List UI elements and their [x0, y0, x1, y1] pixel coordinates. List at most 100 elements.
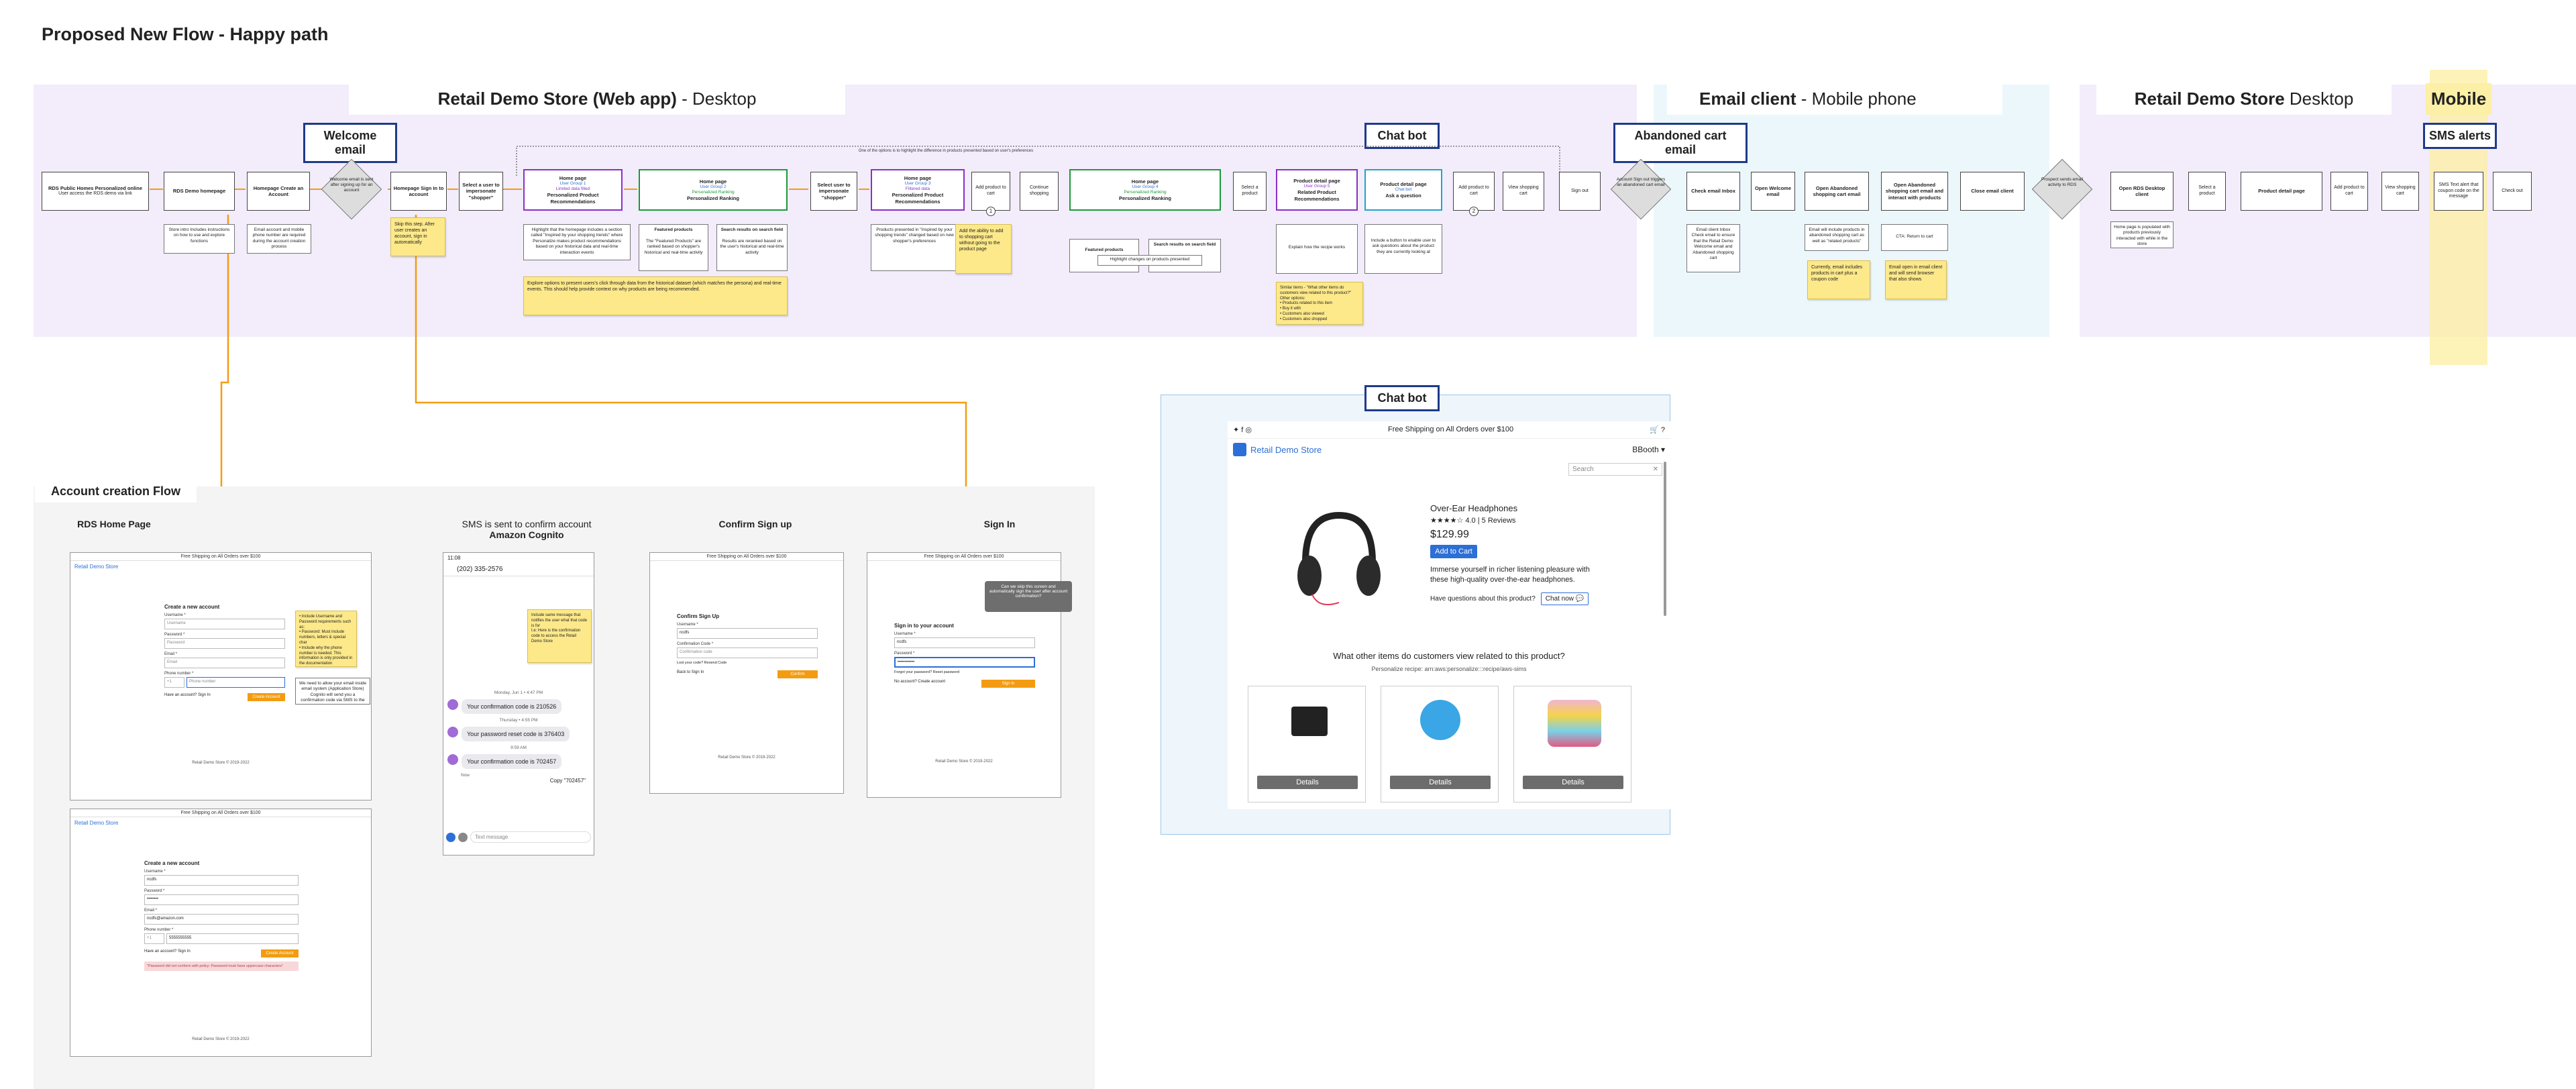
rating-stars: ★★★★☆: [1430, 517, 1464, 525]
flow-box-select-product: Select a product: [1233, 172, 1267, 211]
sms-message-1: Your confirmation code is 210526: [462, 699, 562, 714]
sticky-skip-step: Skip this step. After user creates an ac…: [390, 217, 445, 256]
note-cognito: We need to allow your email inside email…: [295, 678, 370, 705]
decision-welcome-email: Welcome email is sent after signing up f…: [321, 158, 382, 220]
flow-box-home-group4: Home page User Group 4 Personalized Rankin…: [1069, 169, 1221, 211]
note-featured-products: Featured products The "Featured Products"…: [639, 224, 708, 271]
error-banner: "Password did not conform with policy: P…: [144, 962, 299, 971]
sticky-sms-message: Include same message that notifies the u…: [527, 609, 592, 663]
details-button-3[interactable]: Details: [1523, 776, 1623, 789]
screen-sms-phone: 11:08 (202) 335-2576 Monday, Jun 1 • 4:4…: [443, 552, 594, 855]
sticky-explore-options: Explore options to present users's click…: [523, 276, 788, 315]
note-store-intro: Store intro Includes instructions on how…: [164, 224, 235, 254]
sms-message-2: Your password reset code is 376403: [462, 727, 570, 741]
sticky-add-to-cart: Add the ability to add to shopping cart …: [955, 224, 1012, 274]
note-chat-button: Include a button to enable user to ask q…: [1364, 224, 1442, 274]
create-account-button[interactable]: Create Account: [248, 693, 285, 701]
note-highlight-changes: Highlight changes on products presented: [1097, 255, 1202, 266]
username-field[interactable]: Username: [164, 619, 285, 629]
flow-box-interact-products: Open Abandoned shopping cart email and i…: [1881, 172, 1948, 211]
phone-field[interactable]: Phone number: [186, 677, 285, 688]
decision-abandoned-cart: Account Sign out triggers an abandoned c…: [1610, 158, 1672, 220]
note-populated-home: Home page is populated with products pre…: [2110, 221, 2174, 248]
flow-top-caption: One of the options is to highlight the d…: [858, 149, 1034, 153]
flow-box-product-detail-chat: Product detail page Chat bot Ask a questio…: [1364, 169, 1442, 211]
social-icons: ✦ f ◎: [1233, 426, 1252, 434]
flow-box-sign-out: Sign out: [1559, 172, 1601, 211]
note-email-products: Email will include products in abandoned…: [1805, 224, 1869, 251]
flow-box-open-desktop: Open RDS Desktop client: [2110, 172, 2174, 211]
fitness-bands-image: [1548, 700, 1601, 747]
add-to-cart-button[interactable]: Add to Cart: [1430, 545, 1477, 558]
flow-box-view-cart-2: View shopping cart: [2381, 172, 2419, 211]
confirmation-code-field[interactable]: Confirmation code: [677, 647, 818, 658]
note-inspired-products: Products presented in "Inspired by your …: [871, 224, 958, 271]
store-logo-icon[interactable]: [1233, 443, 1246, 456]
flow-box-check-inbox: Check email Inbox: [1686, 172, 1740, 211]
confirm-button[interactable]: Confirm: [777, 670, 818, 678]
flow-box-create-account: Homepage Create an Account: [247, 172, 310, 211]
note-email-inbox: Email client Inbox Check email to ensure…: [1686, 224, 1740, 272]
flow-box-add-to-cart-2: Add product to cart: [1453, 172, 1495, 211]
sticky-password-requirements: • Include Username and Password requirem…: [295, 611, 357, 667]
screen-home-create-account: Free Shipping on All Orders over $100 Re…: [70, 552, 372, 800]
sms-message-3: Your confirmation code is 702457: [462, 754, 562, 769]
note-email-phone: Email account and mobile phone number ar…: [247, 224, 311, 254]
chat-icon: 💬: [1575, 594, 1585, 603]
note-recipe: Explain how the recipe works: [1276, 224, 1358, 274]
cart-icon[interactable]: 🛒: [1650, 426, 1659, 434]
details-button-1[interactable]: Details: [1257, 776, 1358, 789]
chat-now-button[interactable]: Chat now 💬: [1540, 592, 1589, 605]
screen-title-sms: SMS is sent to confirm account Amazon Cog…: [462, 519, 592, 540]
screen-confirm-signup: Free Shipping on All Orders over $100 Co…: [649, 552, 844, 794]
flow-box-select-user: Select a user to impersonate "shopper": [459, 172, 503, 211]
note-search-results: Search results on search field Results ar…: [716, 224, 788, 271]
flow-box-public-home: RDS Public Homes Personalized online User…: [42, 172, 149, 211]
flow-box-product-detail-2: Product detail page: [2241, 172, 2322, 211]
flow-box-home-group3: Home page User Group 3 Filtered data Person…: [871, 169, 965, 211]
help-icon[interactable]: ?: [1661, 426, 1665, 434]
flow-box-select-product-2: Select a product: [2188, 172, 2226, 211]
screen-title-home: RDS Home Page: [77, 519, 151, 529]
tag-chat-bot-panel: Chat bot: [1364, 385, 1440, 411]
flow-box-product-detail-1: Product detail page User Group 5 Related P…: [1276, 169, 1358, 211]
sticky-similar-items: Similar items - "What other items do cus…: [1276, 282, 1363, 325]
screen-product-detail: ✦ f ◎ Free Shipping on All Orders over $…: [1228, 421, 1670, 809]
note-highlight-homepage: Highlight that the homepage includes a s…: [523, 224, 631, 260]
user-menu[interactable]: BBooth ▾: [1632, 445, 1665, 454]
bluetooth-speaker-image: [1420, 700, 1460, 740]
sign-in-button[interactable]: Sign In: [981, 680, 1035, 688]
flow-box-sign-in: Homepage Sign In to account: [390, 172, 447, 211]
clear-search-icon[interactable]: ✕: [1653, 466, 1658, 473]
password-field[interactable]: Password: [164, 638, 285, 649]
flow-box-sms-alert: SMS Text alert that coupon code on the m…: [2434, 172, 2483, 211]
email-field[interactable]: Email: [164, 658, 285, 668]
tooltip-skip-screen: Can we skip this screen and automaticall…: [985, 581, 1072, 612]
flow-box-close-email: Close email client: [1960, 172, 2025, 211]
flow-box-continue-shopping: Continue shopping: [1020, 172, 1059, 211]
flow-box-open-welcome: Open Welcome email: [1751, 172, 1795, 211]
screen-title-signin: Sign In: [983, 519, 1016, 529]
flow-box-view-cart: View shopping cart: [1503, 172, 1544, 211]
step-circle-2: 2: [1469, 207, 1479, 216]
account-flow-title: Account creation Flow: [35, 480, 197, 503]
flow-box-home-group1: Home page User Group 1 Limited data filled…: [523, 169, 623, 211]
decision-email-activity: Prospect sends email activity to RDS: [2031, 158, 2093, 220]
sticky-coupon: Currently, email includes products in ca…: [1807, 260, 1870, 299]
details-button-2[interactable]: Details: [1390, 776, 1491, 789]
screen-title-confirm: Confirm Sign up: [718, 519, 792, 529]
page-scrollbar[interactable]: [1664, 462, 1666, 616]
flow-box-select-user-2: Select user to impersonate "shopper": [810, 172, 857, 211]
flow-box-check-out: Check out: [2493, 172, 2532, 211]
note-cta-return: CTA: Return to cart: [1881, 224, 1948, 251]
text-message-input[interactable]: Text message: [470, 831, 591, 843]
screen-home-filled: Free Shipping on All Orders over $100 Re…: [70, 809, 372, 1057]
flow-box-add-to-cart-3: Add product to cart: [2330, 172, 2368, 211]
headphones-image: [1297, 511, 1381, 605]
sticky-email-browser: Email open in email client and will send…: [1885, 260, 1947, 299]
step-circle-1: 1: [986, 207, 996, 216]
flow-box-home-group2: Home page User Group 2 Personalized Rankin…: [639, 169, 788, 211]
search-input[interactable]: Search ✕: [1568, 463, 1662, 476]
flow-box-add-to-cart: Add product to cart: [971, 172, 1010, 211]
flow-box-demo-homepage: RDS Demo homepage: [164, 172, 235, 211]
